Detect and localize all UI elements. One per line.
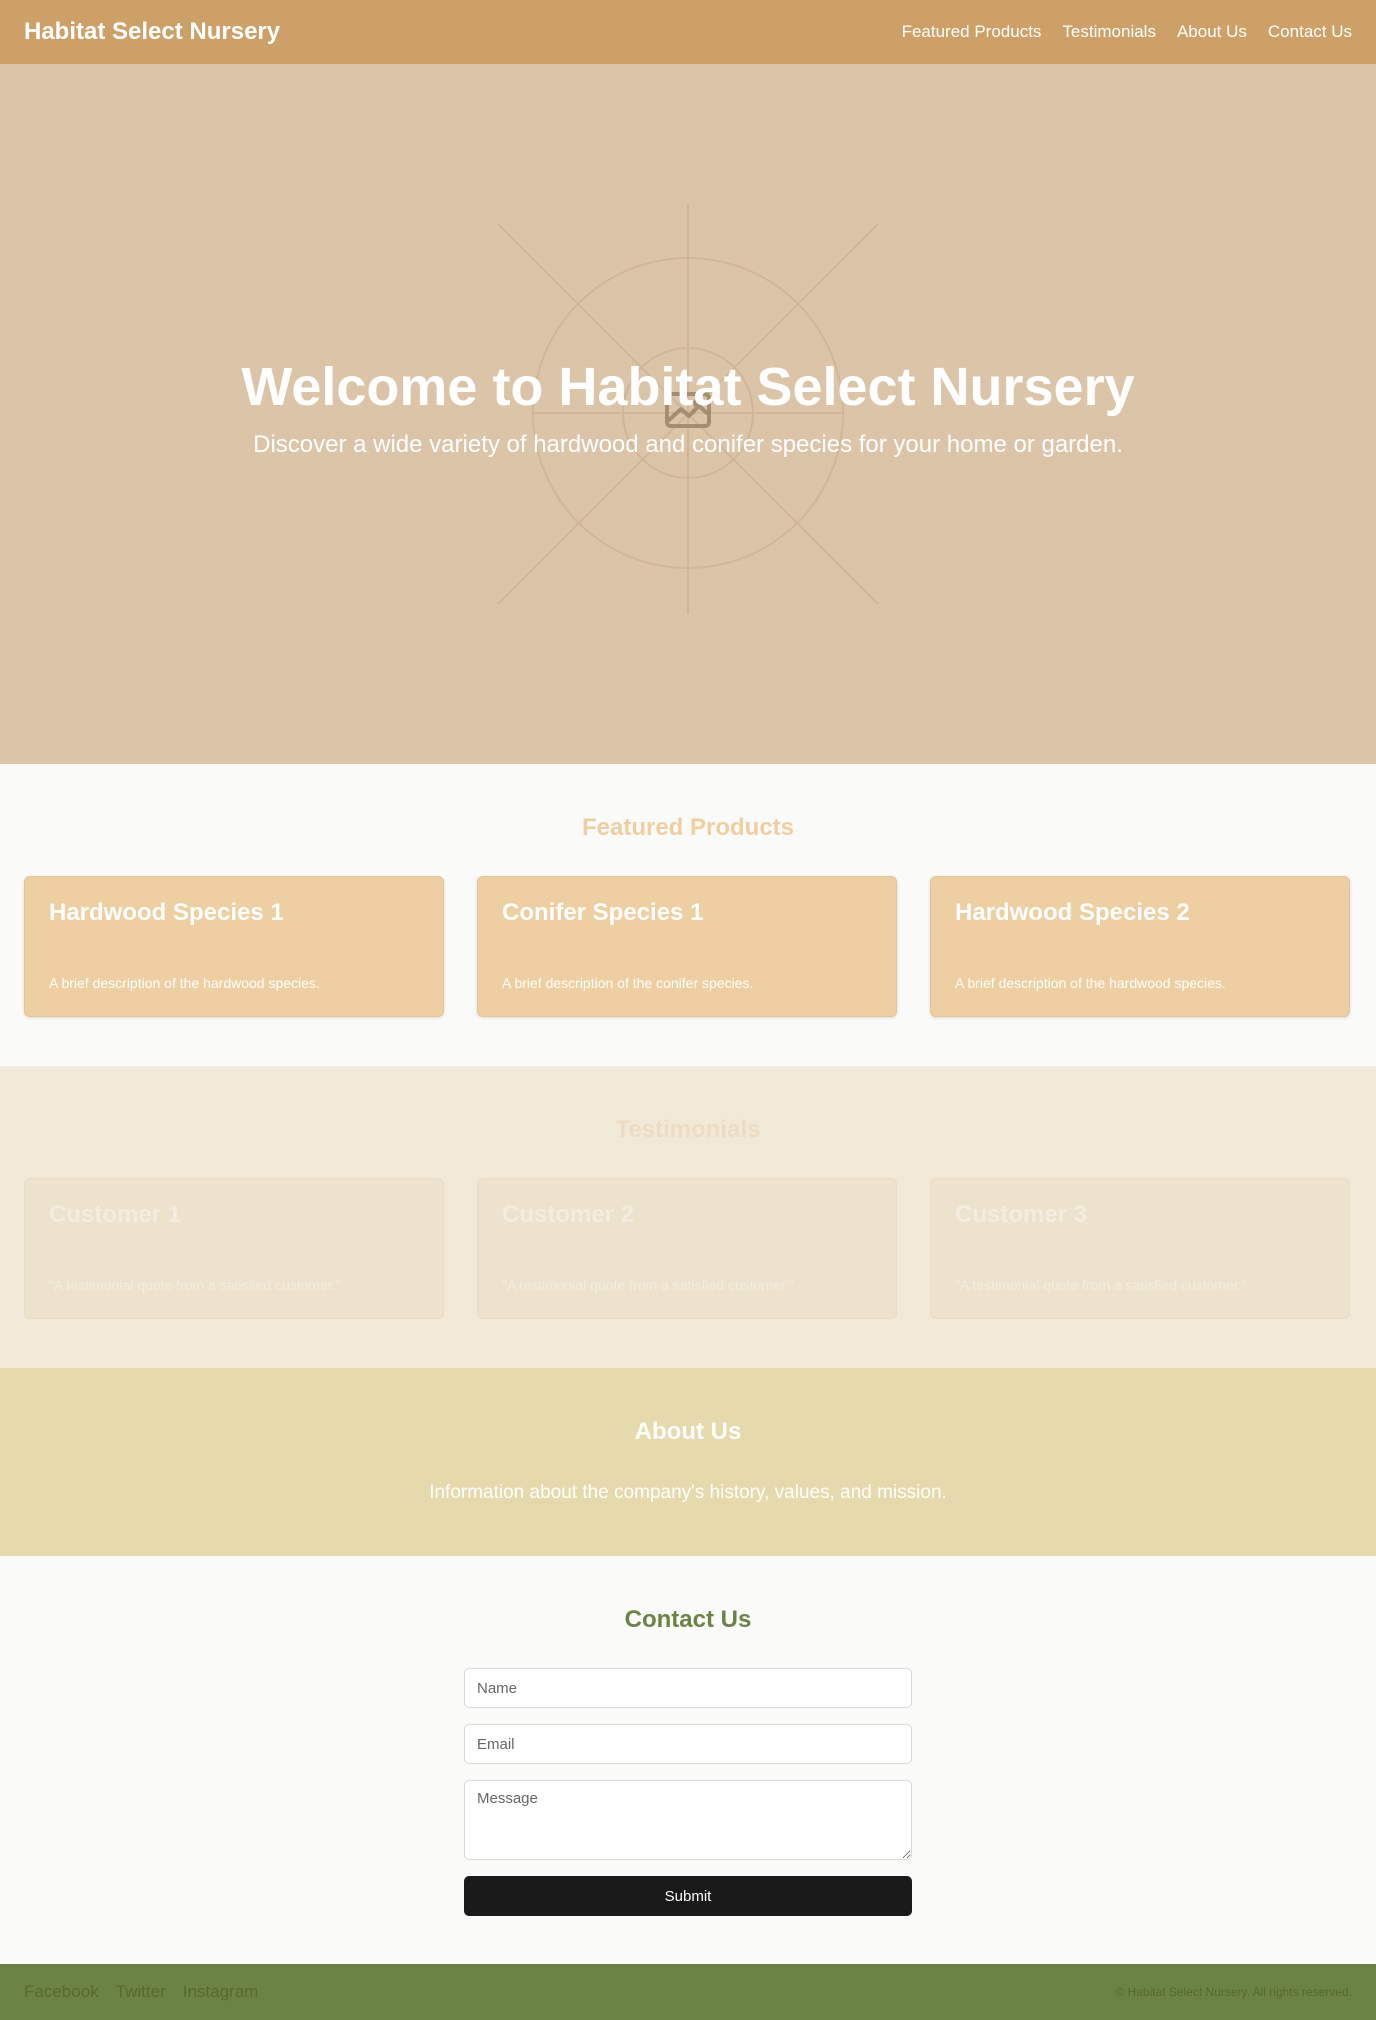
product-card[interactable]: Conifer Species 1 A brief description of… [477, 876, 897, 1017]
nav-about-us[interactable]: About Us [1177, 22, 1247, 42]
product-description: A brief description of the conifer speci… [502, 975, 754, 991]
contact-section: Contact Us Submit [0, 1556, 1376, 1964]
product-card-list: Hardwood Species 1 A brief description o… [24, 876, 1352, 1017]
testimonial-card: Customer 3 "A testimonial quote from a s… [930, 1178, 1350, 1319]
testimonial-quote: "A testimonial quote from a satisfied cu… [955, 1277, 1247, 1293]
product-name: Hardwood Species 1 [49, 899, 284, 926]
facebook-link[interactable]: Facebook [24, 1982, 99, 2002]
featured-products-section: Featured Products Hardwood Species 1 A b… [0, 764, 1376, 1066]
customer-name: Customer 2 [502, 1201, 635, 1228]
instagram-link[interactable]: Instagram [183, 1982, 259, 2002]
main-nav: Featured Products Testimonials About Us … [902, 22, 1352, 42]
about-section: About Us Information about the company's… [0, 1368, 1376, 1556]
about-text: Information about the company's history,… [429, 1482, 947, 1503]
twitter-link[interactable]: Twitter [116, 1982, 166, 2002]
message-textarea[interactable] [464, 1780, 912, 1860]
about-title: About Us [634, 1418, 742, 1445]
contact-title: Contact Us [624, 1606, 752, 1633]
hero-title: Welcome to Habitat Select Nursery [241, 357, 1135, 417]
nav-featured-products[interactable]: Featured Products [902, 22, 1042, 42]
copyright-text: © Habitat Select Nursery. All rights res… [1115, 1985, 1352, 1999]
social-links: Facebook Twitter Instagram [24, 1982, 258, 2002]
testimonial-quote: "A testimonial quote from a satisfied cu… [49, 1277, 341, 1293]
testimonial-card-list: Customer 1 "A testimonial quote from a s… [24, 1178, 1352, 1319]
products-title: Featured Products [581, 814, 795, 841]
testimonial-quote: "A testimonial quote from a satisfied cu… [502, 1277, 794, 1293]
email-input[interactable] [464, 1724, 912, 1764]
customer-name: Customer 3 [955, 1201, 1088, 1228]
testimonial-card: Customer 1 "A testimonial quote from a s… [24, 1178, 444, 1319]
testimonials-title: Testimonials [615, 1116, 761, 1143]
product-card[interactable]: Hardwood Species 1 A brief description o… [24, 876, 444, 1017]
product-name: Hardwood Species 2 [955, 899, 1190, 926]
site-footer: Facebook Twitter Instagram © Habitat Sel… [0, 1964, 1376, 2020]
site-header: Habitat Select Nursery Featured Products… [0, 0, 1376, 64]
product-description: A brief description of the hardwood spec… [955, 975, 1226, 991]
submit-button[interactable]: Submit [464, 1876, 912, 1916]
brand-logo-text[interactable]: Habitat Select Nursery [24, 18, 280, 46]
product-description: A brief description of the hardwood spec… [49, 975, 320, 991]
nav-contact-us[interactable]: Contact Us [1268, 22, 1352, 42]
name-input[interactable] [464, 1668, 912, 1708]
product-name: Conifer Species 1 [502, 899, 704, 926]
product-card[interactable]: Hardwood Species 2 A brief description o… [930, 876, 1350, 1017]
testimonial-card: Customer 2 "A testimonial quote from a s… [477, 1178, 897, 1319]
testimonials-section: Testimonials Customer 1 "A testimonial q… [0, 1066, 1376, 1368]
hero-subtitle: Discover a wide variety of hardwood and … [253, 431, 1123, 458]
hero-section: Welcome to Habitat Select Nursery Discov… [0, 64, 1376, 764]
customer-name: Customer 1 [49, 1201, 182, 1228]
nav-testimonials[interactable]: Testimonials [1062, 22, 1156, 42]
